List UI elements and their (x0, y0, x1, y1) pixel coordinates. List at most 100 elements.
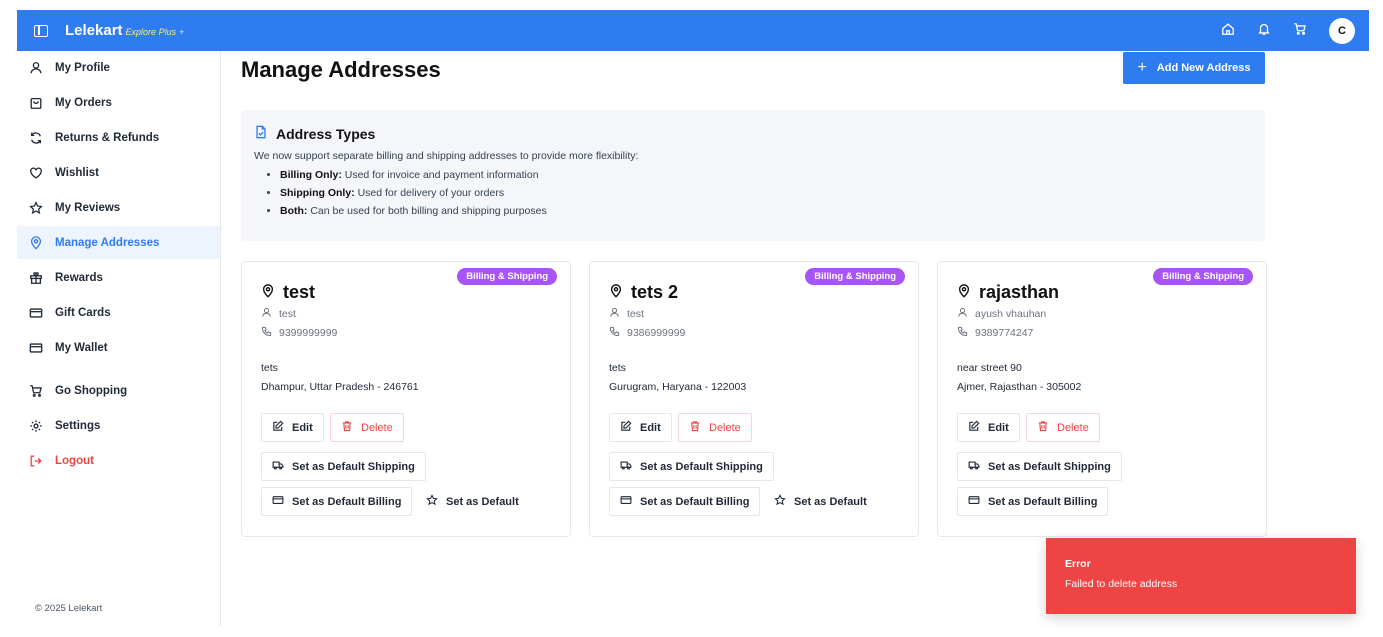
sidebar-item-label: Go Shopping (55, 384, 128, 397)
truck-icon (272, 459, 292, 474)
set-default-shipping-button[interactable]: Set as Default Shipping (261, 452, 426, 481)
document-check-icon (254, 125, 276, 142)
sidebar-item-returns-refunds[interactable]: Returns & Refunds (17, 121, 220, 154)
set-default-shipping-label: Set as Default Shipping (640, 460, 763, 473)
sidebar-toggle-icon[interactable] (34, 24, 48, 37)
card-icon (272, 494, 292, 509)
top-icons: C (1221, 18, 1355, 44)
edit-label: Edit (640, 421, 661, 434)
brand[interactable]: Lelekart Explore Plus + (65, 22, 184, 39)
contact-person: test (261, 307, 296, 321)
address-name: test (261, 282, 315, 303)
contact-phone: 9389774247 (957, 326, 1033, 340)
set-default-shipping-label: Set as Default Shipping (988, 460, 1111, 473)
address-name: tets 2 (609, 282, 678, 303)
brand-tagline: Explore Plus (125, 27, 177, 37)
list-item: Shipping Only: Used for delivery of your… (280, 187, 1252, 199)
edit-button[interactable]: Edit (609, 413, 672, 442)
contact-person-text: test (627, 308, 644, 320)
delete-button[interactable]: Delete (330, 413, 404, 442)
set-as-default-button[interactable]: Set as Default (764, 487, 877, 516)
sidebar-item-logout[interactable]: Logout (17, 444, 220, 477)
trash-icon (689, 420, 709, 435)
delete-label: Delete (361, 421, 393, 434)
sidebar-item-my-wallet[interactable]: My Wallet (17, 331, 220, 364)
sidebar-item-my-orders[interactable]: My Orders (17, 86, 220, 119)
list-item: Billing Only: Used for invoice and payme… (280, 169, 1252, 181)
sidebar-item-wishlist[interactable]: Wishlist (17, 156, 220, 189)
refresh-icon (29, 131, 43, 145)
sidebar-item-manage-addresses[interactable]: Manage Addresses (17, 226, 220, 259)
contact-phone: 9399999999 (261, 326, 337, 340)
bell-icon[interactable] (1257, 22, 1271, 41)
set-default-billing-button[interactable]: Set as Default Billing (957, 487, 1109, 516)
edit-button[interactable]: Edit (957, 413, 1020, 442)
info-title: Address Types (276, 125, 376, 142)
set-as-default-button[interactable]: Set as Default (416, 487, 529, 516)
cart-icon[interactable] (1293, 22, 1307, 41)
bag-icon (29, 96, 43, 110)
sidebar-item-label: Manage Addresses (55, 236, 160, 249)
address-name: rajasthan (957, 282, 1059, 303)
edit-icon (272, 420, 292, 435)
set-default-shipping-button[interactable]: Set as Default Shipping (957, 452, 1122, 481)
sidebar-item-rewards[interactable]: Rewards (17, 261, 220, 294)
set-default-billing-button[interactable]: Set as Default Billing (609, 487, 761, 516)
user-icon (957, 307, 975, 321)
error-toast[interactable]: Error Failed to delete address (1046, 538, 1356, 614)
delete-label: Delete (709, 421, 741, 434)
sidebar: My Profile My Orders Returns & Refunds W… (17, 51, 221, 626)
sidebar-item-label: My Wallet (55, 341, 108, 354)
map-pin-icon (261, 282, 283, 303)
set-default-billing-button[interactable]: Set as Default Billing (261, 487, 413, 516)
set-default-shipping-button[interactable]: Set as Default Shipping (609, 452, 774, 481)
home-icon[interactable] (1221, 22, 1235, 41)
sidebar-item-settings[interactable]: Settings (17, 409, 220, 442)
star-icon (29, 200, 43, 215)
add-new-address-button[interactable]: + Add New Address (1123, 52, 1265, 84)
sidebar-item-my-profile[interactable]: My Profile (17, 51, 220, 84)
cart-icon (29, 384, 43, 398)
app-frame: Lelekart Explore Plus + C My Profile My … (17, 10, 1369, 626)
card-icon (968, 494, 988, 509)
address-name-text: test (283, 282, 316, 302)
sidebar-item-label: My Profile (55, 61, 110, 74)
address-name-text: rajasthan (979, 282, 1060, 302)
info-list: Billing Only: Used for invoice and payme… (254, 169, 1252, 217)
truck-icon (620, 459, 640, 474)
truck-icon (968, 459, 988, 474)
plus-icon: + (1137, 59, 1147, 76)
sidebar-item-label: Rewards (55, 271, 103, 284)
set-as-default-label: Set as Default (794, 495, 867, 508)
edit-label: Edit (292, 421, 313, 434)
delete-button[interactable]: Delete (678, 413, 752, 442)
map-pin-icon (609, 282, 631, 303)
brand-logo[interactable]: Lelekart (65, 22, 123, 39)
set-default-billing-label: Set as Default Billing (988, 495, 1098, 508)
info-heading: Address Types (254, 125, 1252, 142)
address-name-text: tets 2 (631, 282, 679, 302)
info-term: Both: (280, 205, 308, 217)
contact-phone-text: 9389774247 (975, 327, 1034, 339)
address-line2: Ajmer, Rajasthan - 305002 (957, 381, 1082, 393)
address-line1: tets (609, 362, 626, 374)
address-types-info: Address Types We now support separate bi… (241, 110, 1265, 241)
address-line2: Gurugram, Haryana - 122003 (609, 381, 747, 393)
contact-phone: 9386999999 (609, 326, 685, 340)
delete-button[interactable]: Delete (1026, 413, 1100, 442)
edit-button[interactable]: Edit (261, 413, 324, 442)
address-line1: tets (261, 362, 278, 374)
heart-icon (29, 166, 43, 180)
set-as-default-label: Set as Default (446, 495, 519, 508)
info-term: Shipping Only: (280, 187, 355, 199)
sidebar-item-label: Logout (55, 454, 94, 467)
sidebar-item-my-reviews[interactable]: My Reviews (17, 191, 220, 224)
add-new-address-label: Add New Address (1156, 62, 1251, 74)
sidebar-item-go-shopping[interactable]: Go Shopping (17, 374, 220, 407)
contact-person: ayush vhauhan (957, 307, 1046, 321)
avatar[interactable]: C (1329, 18, 1355, 44)
sidebar-item-gift-cards[interactable]: Gift Cards (17, 296, 220, 329)
edit-icon (968, 420, 988, 435)
page-title: Manage Addresses (241, 57, 441, 82)
info-text: Used for delivery of your orders (354, 187, 505, 199)
